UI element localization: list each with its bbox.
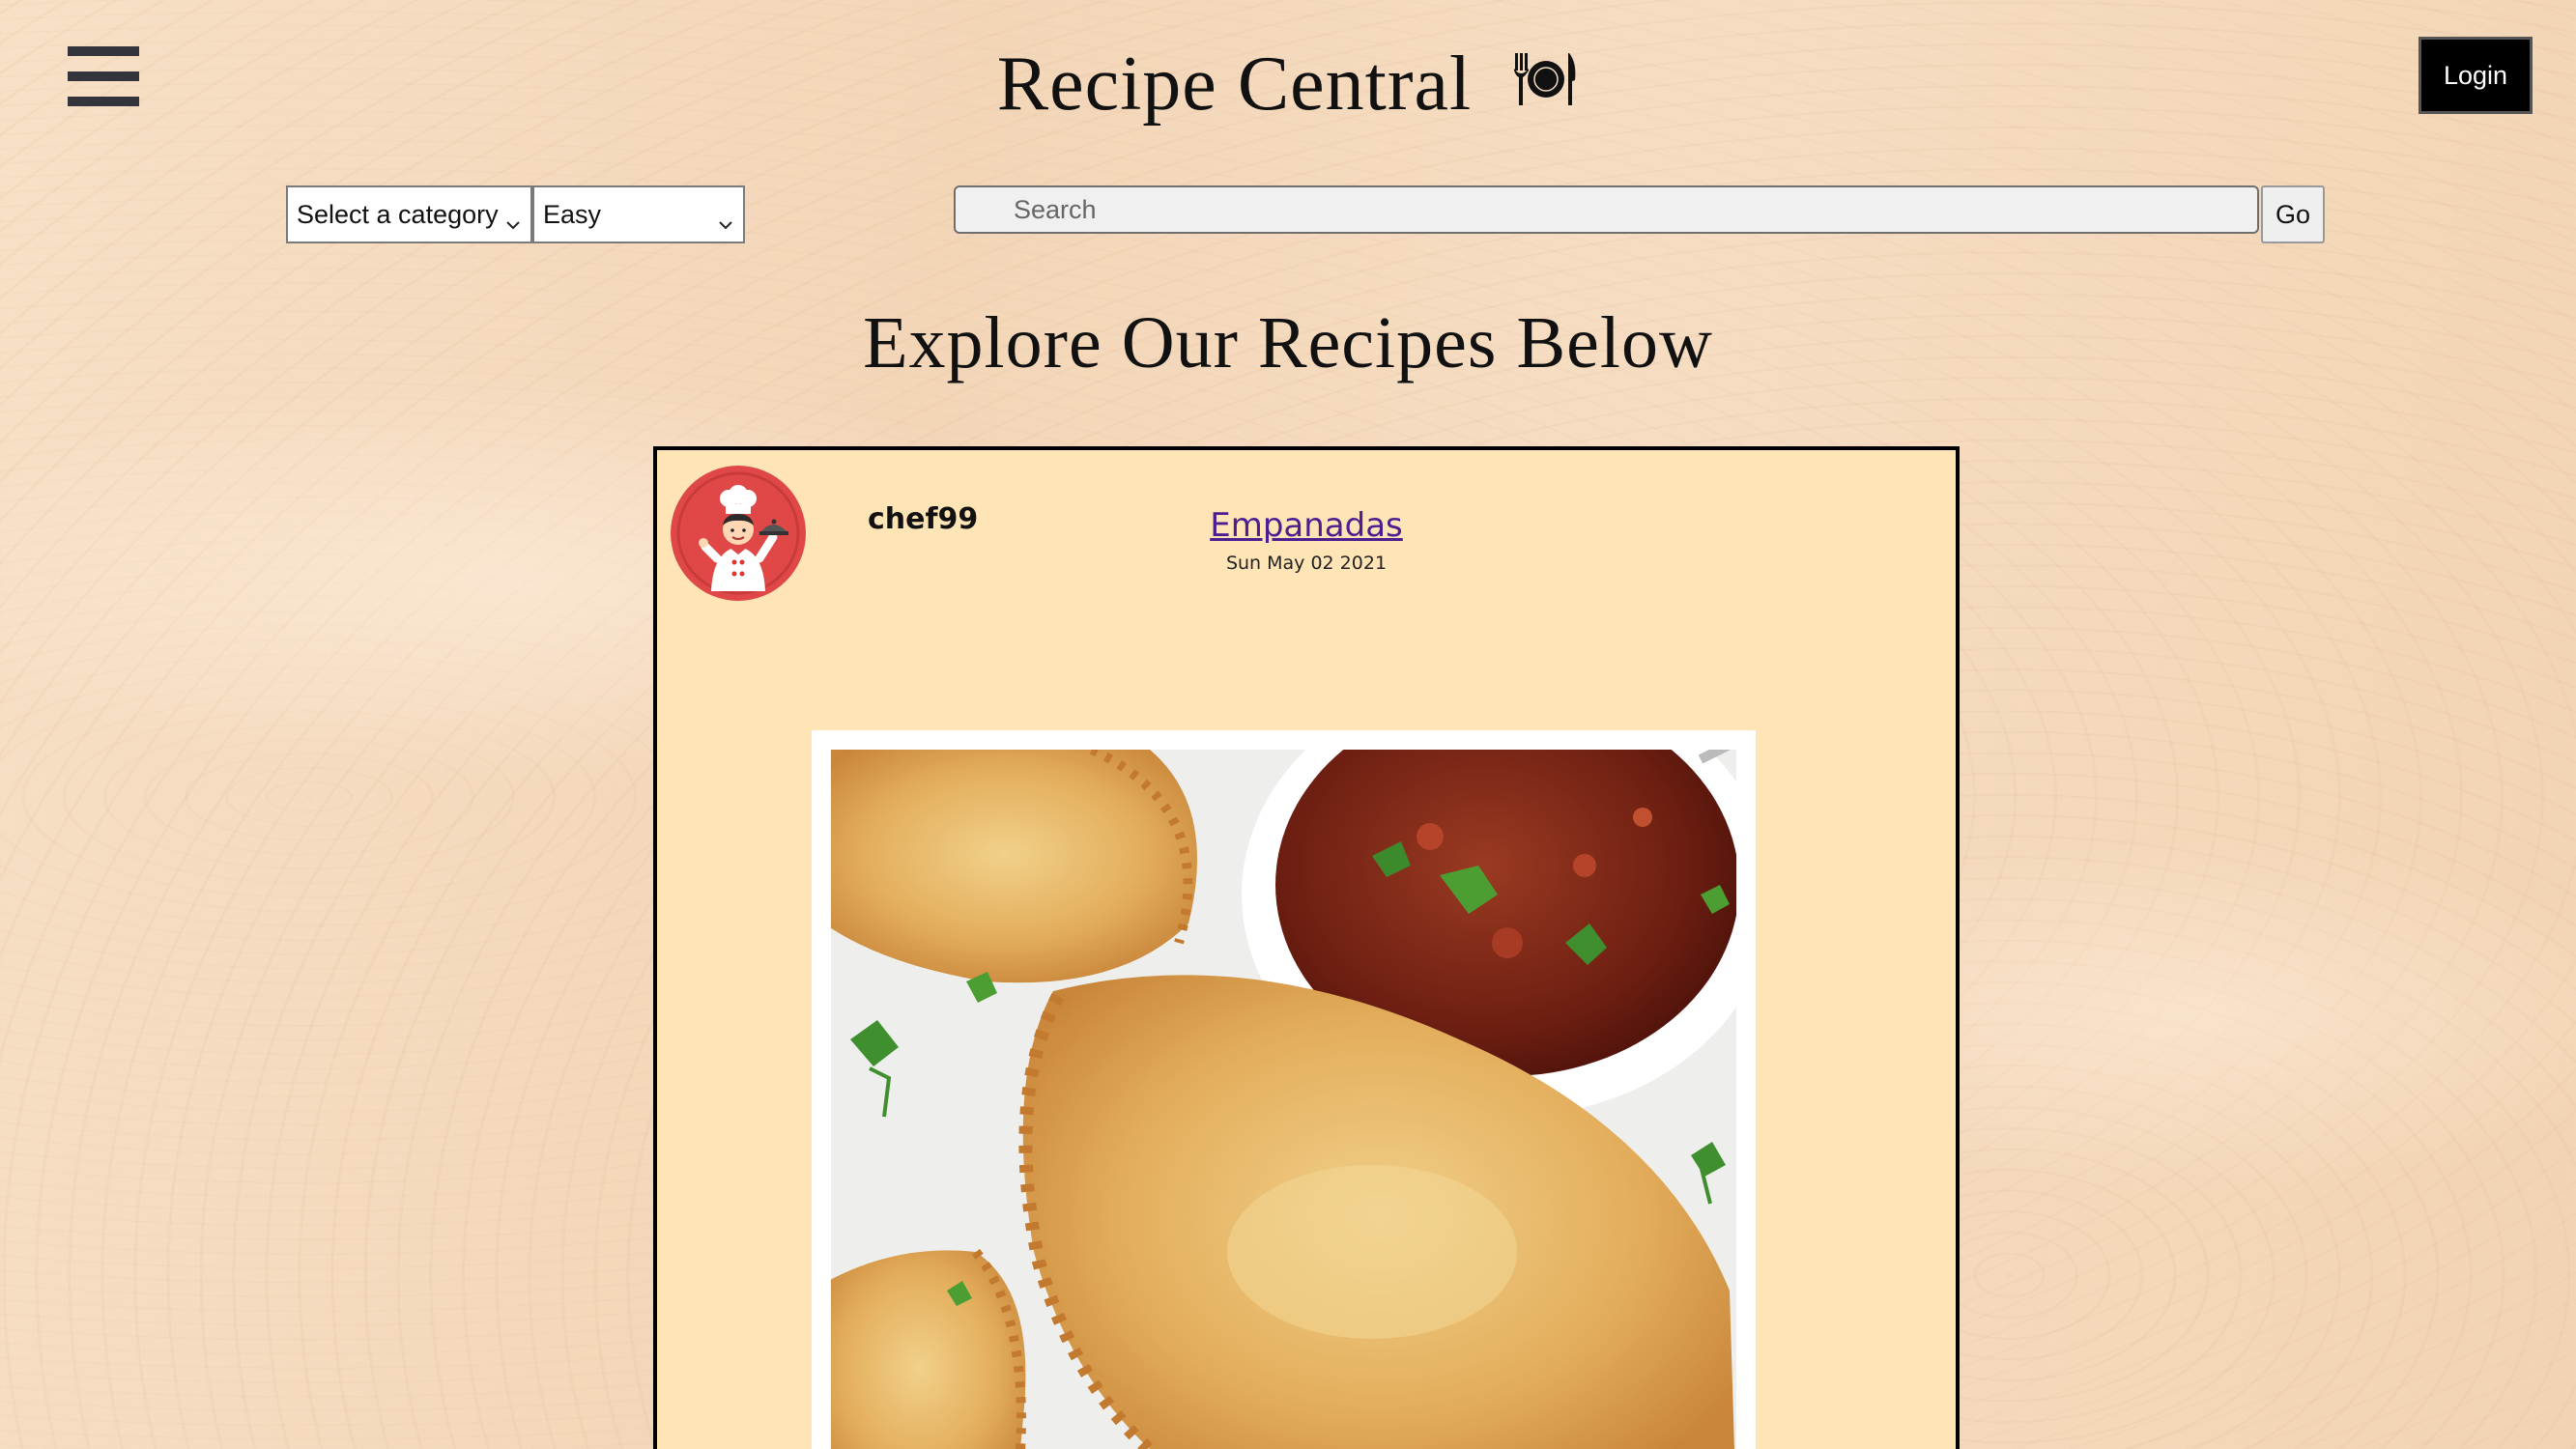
category-select-value: Select a category: [297, 199, 499, 229]
site-title: Recipe Central: [0, 41, 2576, 128]
recipe-photo[interactable]: [812, 730, 1756, 1449]
category-select[interactable]: Select a category: [286, 185, 532, 243]
recipe-card: chef99 Empanadas Sun May 02 2021: [653, 446, 1960, 1449]
chevron-down-icon: [505, 208, 521, 238]
empanadas-photo: [831, 750, 1736, 1449]
go-button[interactable]: Go: [2261, 185, 2325, 243]
difficulty-select[interactable]: Easy: [532, 185, 745, 243]
search-input[interactable]: [954, 185, 2259, 234]
site-title-text: Recipe Central: [996, 42, 1473, 127]
login-button[interactable]: Login: [2419, 37, 2533, 114]
recipe-title-link[interactable]: Empanadas: [657, 506, 1956, 545]
recipe-date: Sun May 02 2021: [1225, 553, 1388, 574]
difficulty-select-value: Easy: [543, 199, 602, 229]
plate-utensils-icon: [1511, 41, 1579, 128]
page-heading: Explore Our Recipes Below: [863, 302, 1713, 384]
chevron-down-icon: [718, 208, 733, 238]
